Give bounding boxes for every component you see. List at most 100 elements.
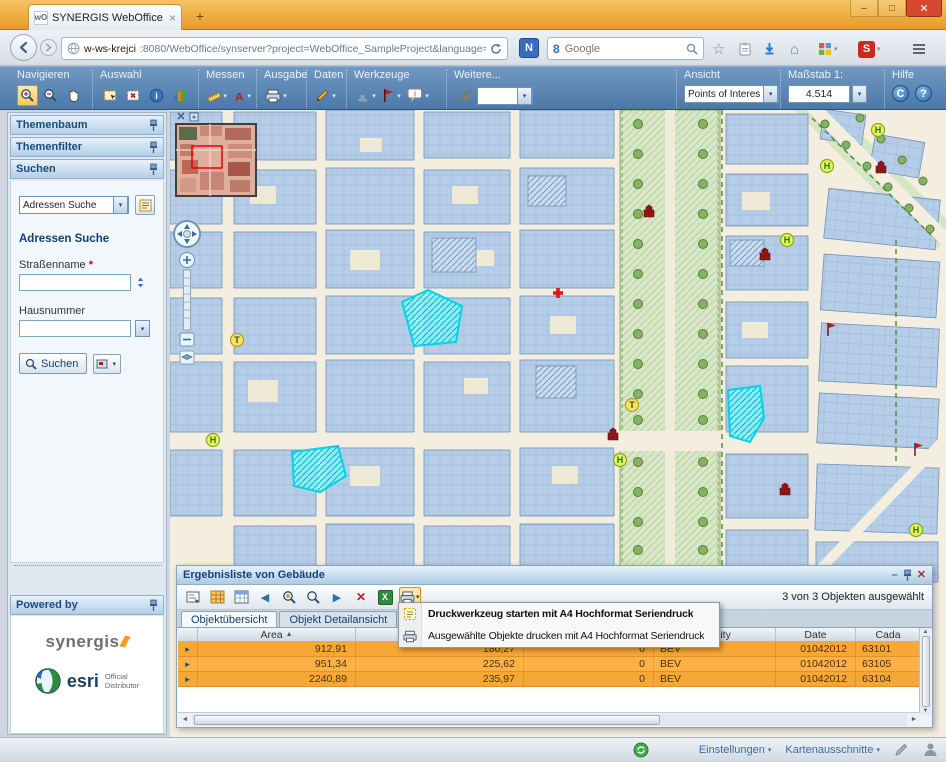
einstellungen-menu[interactable]: Einstellungen▾: [699, 744, 772, 756]
results-close-icon[interactable]: ✕: [917, 570, 926, 581]
panel-suchen[interactable]: Suchen: [10, 159, 164, 179]
search-icon[interactable]: [686, 43, 698, 55]
menu-item-print-tool[interactable]: Druckwerkzeug starten mit A4 Hochformat …: [399, 603, 719, 625]
info-circle-icon: i: [149, 88, 164, 103]
panel-themenbaum[interactable]: Themenbaum: [10, 115, 164, 135]
map-select-icon: [96, 358, 108, 370]
next-object-button[interactable]: ▶: [327, 587, 347, 607]
search-engine-icon[interactable]: 8: [553, 42, 560, 56]
zoom-out-tool[interactable]: [40, 85, 61, 106]
search-options-button[interactable]: ▾: [93, 354, 121, 374]
reload-icon[interactable]: [490, 43, 502, 55]
bookmarks-list-button[interactable]: [738, 38, 752, 60]
pin-icon[interactable]: [149, 163, 158, 176]
maptip-tool[interactable]: i ▾: [406, 85, 432, 106]
search-form-button[interactable]: [135, 195, 155, 215]
group-label-auswahl: Auswahl: [100, 69, 196, 83]
result-list-button[interactable]: [183, 587, 203, 607]
tab-objekt-detailansicht[interactable]: Objekt Detailansicht: [279, 611, 397, 627]
scale-dropdown-button[interactable]: ▾: [852, 85, 867, 103]
remove-results-button[interactable]: ✕: [351, 587, 371, 607]
panel-themenfilter[interactable]: Themenfilter: [10, 137, 164, 157]
group-label-daten: Daten: [314, 69, 344, 83]
edit-data-tool[interactable]: ▾: [314, 85, 339, 106]
stamp-tool[interactable]: ▾: [354, 85, 379, 106]
table-view-icon: [234, 590, 249, 605]
weitere-select[interactable]: ▾: [477, 87, 533, 105]
pin-icon[interactable]: [903, 569, 912, 582]
table-view-button[interactable]: [231, 587, 251, 607]
measure-distance-tool[interactable]: ▾: [206, 85, 230, 106]
toolbar-group-auswahl: Auswahl i: [92, 69, 196, 109]
session-info-icon[interactable]: C: [892, 85, 909, 102]
pin-icon[interactable]: [149, 141, 158, 154]
url-bar[interactable]: w-ws-krejci:8080/WebOffice/synserver?pro…: [61, 37, 508, 60]
excel-export-button[interactable]: X: [375, 587, 395, 607]
attribute-table-button[interactable]: [207, 587, 227, 607]
help-icon[interactable]: ?: [915, 85, 932, 102]
street-input[interactable]: [19, 274, 131, 291]
select-remove-icon: [126, 88, 141, 103]
tab-close-icon[interactable]: ×: [169, 12, 176, 24]
forward-button[interactable]: [40, 39, 57, 56]
user-icon[interactable]: [923, 742, 938, 757]
select-rectangle-tool[interactable]: [100, 85, 121, 106]
statistics-tool[interactable]: [169, 85, 190, 106]
bookmark-star-button[interactable]: ☆: [712, 38, 725, 60]
zoom-in-tool[interactable]: [17, 85, 38, 106]
table-row[interactable]: ▸ 2240,89 235,97 0 BEV 01042012 63104: [178, 672, 921, 687]
menu-item-print-selected[interactable]: Ausgewählte Objekte drucken mit A4 Hochf…: [399, 625, 719, 647]
row-marker-icon: ▸: [185, 674, 190, 685]
zoom-in-icon: [20, 88, 35, 103]
search-submit-button[interactable]: Suchen: [19, 353, 87, 374]
zoom-to-all-button[interactable]: [303, 587, 323, 607]
search-type-select[interactable]: Adressen Suche ▾: [19, 196, 129, 214]
area-a-icon: A: [233, 88, 245, 103]
previous-object-button[interactable]: ◀: [255, 587, 275, 607]
results-minimize-icon[interactable]: –: [892, 570, 898, 581]
window-minimize-button[interactable]: –: [850, 0, 878, 17]
clear-selection-tool[interactable]: [123, 85, 144, 106]
panel-powered-by[interactable]: Powered by: [10, 595, 164, 615]
sort-arrows-icon[interactable]: [135, 276, 146, 289]
pin-icon[interactable]: [149, 599, 158, 612]
ansicht-select[interactable]: Points of Interes ▾: [684, 85, 779, 103]
identify-tool[interactable]: i: [146, 85, 167, 106]
tools-tool[interactable]: [454, 85, 475, 106]
zoom-to-selected-button[interactable]: [279, 587, 299, 607]
new-tab-button[interactable]: +: [188, 8, 212, 25]
house-input[interactable]: [19, 320, 131, 337]
kartenausschnitte-menu[interactable]: Kartenausschnitte▾: [785, 744, 880, 756]
home-button[interactable]: ⌂: [790, 38, 799, 60]
vertical-scrollbar[interactable]: ▲ ▼: [919, 628, 931, 715]
print-tool[interactable]: ▾: [264, 85, 290, 106]
overview-map[interactable]: [176, 113, 256, 196]
results-header[interactable]: Ergebnisliste von Gebäude – ✕: [177, 566, 932, 585]
redlining-tool[interactable]: ▾: [381, 85, 404, 106]
window-close-button[interactable]: ✕: [906, 0, 942, 17]
house-dropdown-button[interactable]: ▾: [135, 320, 150, 337]
horizontal-scrollbar[interactable]: ◄ ►: [178, 712, 921, 726]
back-button[interactable]: [10, 34, 37, 61]
pan-compass: [174, 221, 200, 247]
scrollbar-thumb: [922, 636, 930, 707]
extension-n-icon[interactable]: N: [519, 38, 539, 58]
edit-pen-icon[interactable]: [894, 742, 909, 757]
excel-icon: X: [378, 590, 393, 605]
search-input[interactable]: [565, 43, 681, 55]
addon-palette-button[interactable]: ▾: [818, 38, 838, 60]
menu-button[interactable]: [912, 38, 926, 60]
extension-s-button[interactable]: S ▾: [858, 38, 881, 60]
session-status-icon[interactable]: [633, 742, 649, 758]
downloads-button[interactable]: [763, 38, 776, 60]
browser-tab[interactable]: wO SYNERGIS WebOffice Web... ×: [28, 4, 182, 30]
svg-text:T: T: [629, 400, 635, 410]
window-maximize-button[interactable]: □: [878, 0, 906, 17]
pan-tool[interactable]: [63, 85, 84, 106]
tab-objektuebersicht[interactable]: Objektübersicht: [181, 611, 277, 627]
measure-area-tool[interactable]: A ▾: [232, 85, 254, 106]
table-row[interactable]: ▸ 951,34 225,62 0 BEV 01042012 63105: [178, 657, 921, 672]
search-box[interactable]: 8: [547, 37, 704, 60]
pin-icon[interactable]: [149, 119, 158, 132]
scale-input[interactable]: [788, 85, 850, 103]
